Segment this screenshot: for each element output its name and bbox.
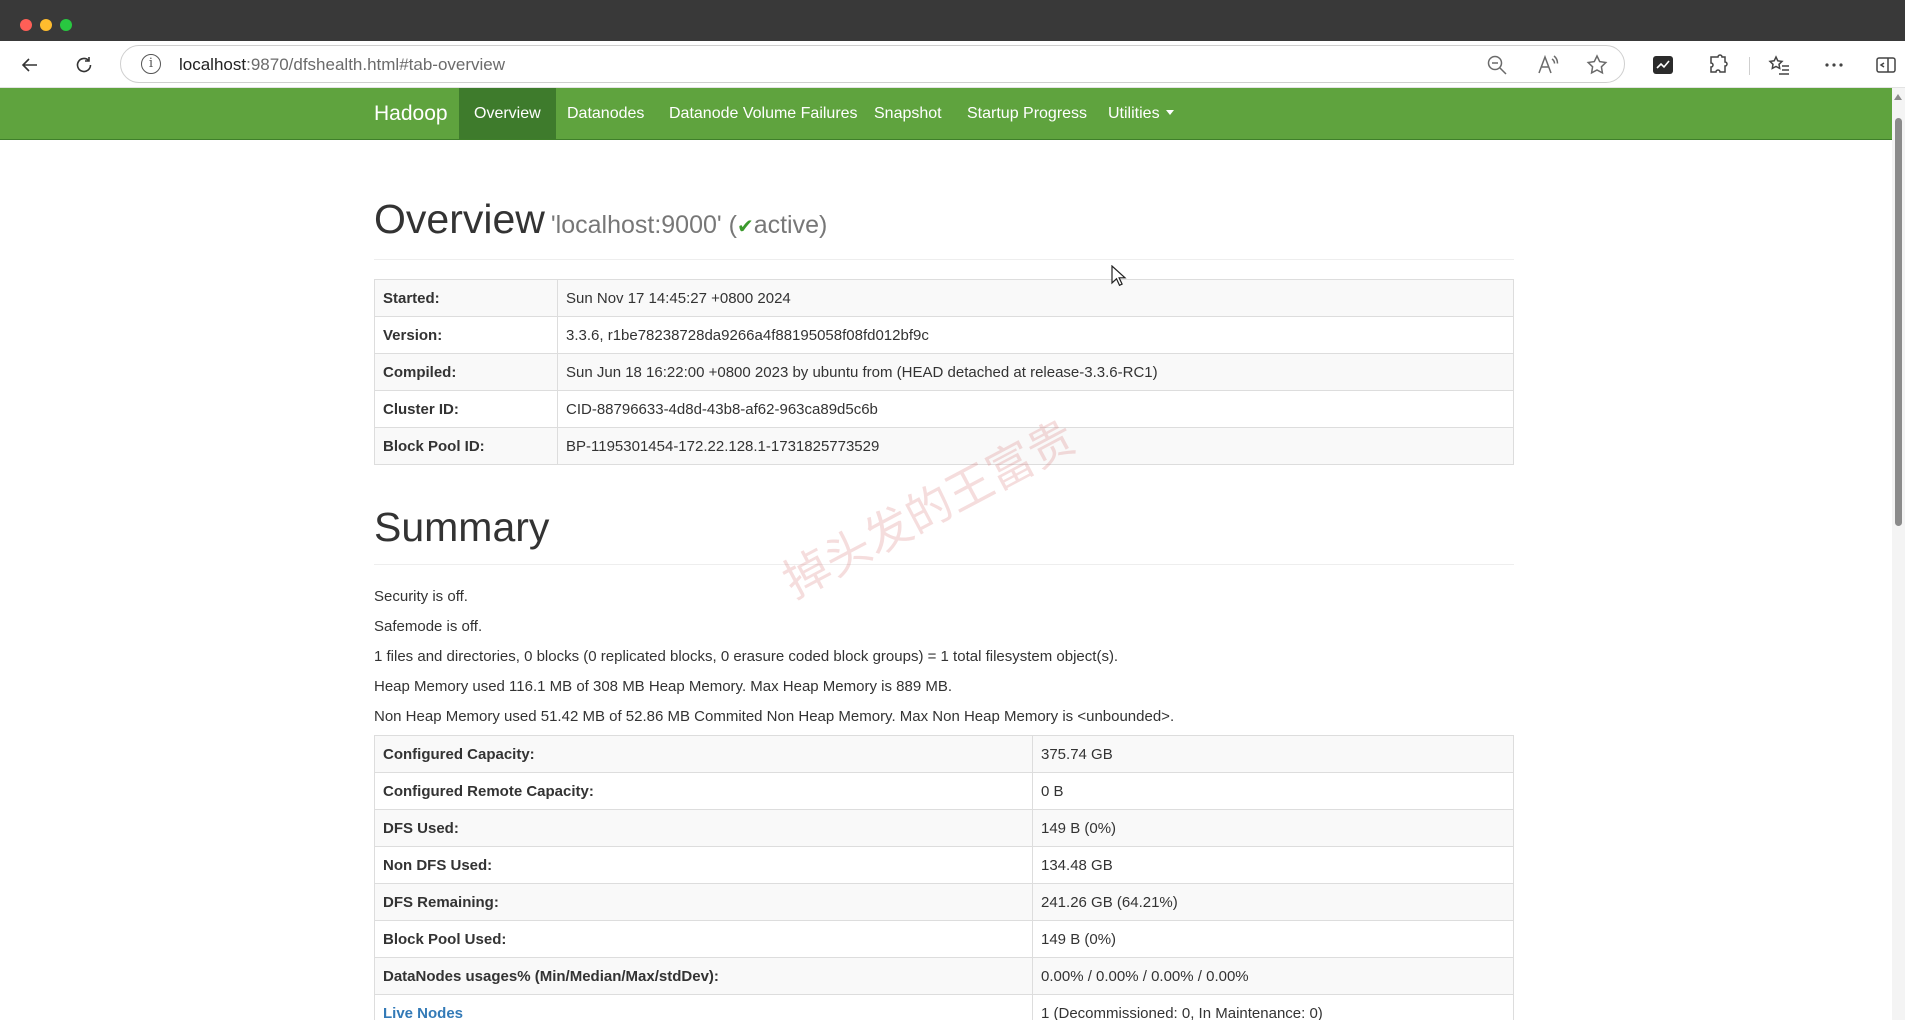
row-key: Version:: [374, 316, 558, 354]
summary-heading: Summary: [374, 504, 550, 550]
table-row: Started: Sun Nov 17 14:45:27 +0800 2024: [374, 279, 1514, 317]
more-options-icon[interactable]: [1820, 51, 1848, 79]
row-key: Block Pool ID:: [374, 427, 558, 465]
url-text[interactable]: localhost:9870/dfshealth.html#tab-overvi…: [179, 55, 505, 75]
row-key: DFS Used:: [374, 809, 1033, 847]
table-row: Live Nodes 1 (Decommissioned: 0, In Maint…: [374, 994, 1514, 1020]
sidebar-toggle-icon[interactable]: [1872, 51, 1900, 79]
extension-app-icon[interactable]: [1649, 51, 1677, 79]
nav-tab-overview[interactable]: Overview: [459, 88, 556, 139]
scrollbar-thumb[interactable]: [1895, 118, 1902, 526]
live-nodes-link[interactable]: Live Nodes: [383, 1005, 463, 1020]
table-row: Cluster ID: CID-88796633-4d8d-43b8-af62-9…: [374, 390, 1514, 428]
nav-tab-snapshot[interactable]: Snapshot: [859, 88, 957, 139]
row-value: 1 (Decommissioned: 0, In Maintenance: 0): [1032, 994, 1514, 1020]
safemode-status: Safemode is off.: [374, 618, 483, 635]
url-path: :9870/dfshealth.html#tab-overview: [246, 55, 506, 74]
table-row: Configured Remote Capacity: 0 B: [374, 772, 1514, 810]
vertical-scrollbar[interactable]: [1892, 88, 1905, 1020]
overview-subtitle: 'localhost:9000' (✔active): [551, 211, 827, 239]
extensions-puzzle-icon[interactable]: [1704, 51, 1732, 79]
refresh-icon: [76, 57, 92, 73]
site-info-icon[interactable]: i: [141, 54, 161, 74]
row-key: Cluster ID:: [374, 390, 558, 428]
row-key: DFS Remaining:: [374, 883, 1033, 921]
url-host: localhost: [179, 55, 247, 74]
row-value: 241.26 GB (64.21%): [1032, 883, 1514, 921]
toolbar-separator: [1749, 57, 1750, 75]
table-row: DFS Used: 149 B (0%): [374, 809, 1514, 847]
close-window-button[interactable]: [20, 19, 32, 31]
window-titlebar: [0, 0, 1905, 41]
table-row: Block Pool ID: BP-1195301454-172.22.128.1…: [374, 427, 1514, 465]
maximize-window-button[interactable]: [60, 19, 72, 31]
namenode-state: active): [753, 211, 828, 239]
address-bar[interactable]: i localhost:9870/dfshealth.html#tab-over…: [120, 45, 1625, 83]
row-key: Configured Remote Capacity:: [374, 772, 1033, 810]
minimize-window-button[interactable]: [40, 19, 52, 31]
divider: [374, 564, 1514, 565]
row-value: 3.3.6, r1be78238728da9266a4f88195058f08f…: [557, 316, 1514, 354]
check-icon: ✔: [736, 216, 754, 238]
zoom-out-icon[interactable]: [1485, 53, 1509, 77]
namenode-address: 'localhost:9000' (: [550, 211, 737, 239]
row-value: 375.74 GB: [1032, 735, 1514, 773]
overview-table: Started: Sun Nov 17 14:45:27 +0800 2024 V…: [374, 279, 1514, 465]
divider: [374, 259, 1514, 260]
table-row: Non DFS Used: 134.48 GB: [374, 846, 1514, 884]
read-aloud-icon[interactable]: [1535, 53, 1559, 77]
row-value: BP-1195301454-172.22.128.1-1731825773529: [557, 427, 1514, 465]
row-key: Started:: [374, 279, 558, 317]
non-heap-memory: Non Heap Memory used 51.42 MB of 52.86 M…: [374, 708, 1175, 725]
browser-toolbar: i localhost:9870/dfshealth.html#tab-over…: [0, 41, 1905, 88]
nav-tab-startup-progress[interactable]: Startup Progress: [952, 88, 1102, 139]
page-viewport: Hadoop Overview Datanodes Datanode Volum…: [0, 88, 1892, 1020]
hadoop-navbar: Hadoop Overview Datanodes Datanode Volum…: [0, 88, 1892, 140]
table-row: DataNodes usages% (Min/Median/Max/stdDev…: [374, 957, 1514, 995]
favorite-star-icon[interactable]: [1585, 53, 1609, 77]
nav-tab-utilities[interactable]: Utilities: [1093, 88, 1189, 139]
row-value: 134.48 GB: [1032, 846, 1514, 884]
overview-heading: Overview'localhost:9000' (✔active): [374, 196, 827, 243]
row-value: 149 B (0%): [1032, 809, 1514, 847]
back-button[interactable]: [14, 49, 46, 81]
row-value: Sun Nov 17 14:45:27 +0800 2024: [557, 279, 1514, 317]
nav-tab-datanodes[interactable]: Datanodes: [552, 88, 659, 139]
table-row: Configured Capacity: 375.74 GB: [374, 735, 1514, 773]
table-row: Compiled: Sun Jun 18 16:22:00 +0800 2023 …: [374, 353, 1514, 391]
heap-memory: Heap Memory used 116.1 MB of 308 MB Heap…: [374, 678, 953, 695]
row-key: Non DFS Used:: [374, 846, 1033, 884]
row-value: 0 B: [1032, 772, 1514, 810]
security-status: Security is off.: [374, 588, 468, 605]
row-key: DataNodes usages% (Min/Median/Max/stdDev…: [374, 957, 1033, 995]
filesystem-objects: 1 files and directories, 0 blocks (0 rep…: [374, 648, 1119, 665]
table-row: Block Pool Used: 149 B (0%): [374, 920, 1514, 958]
row-key: Configured Capacity:: [374, 735, 1033, 773]
scroll-up-arrow-icon[interactable]: [1894, 94, 1902, 100]
overview-title: Overview: [374, 196, 545, 242]
utilities-label: Utilities: [1108, 105, 1160, 122]
mouse-cursor-icon: [1111, 265, 1127, 287]
nav-tab-datanode-volume-failures[interactable]: Datanode Volume Failures: [654, 88, 873, 139]
refresh-button[interactable]: [68, 49, 100, 81]
row-value: 0.00% / 0.00% / 0.00% / 0.00%: [1032, 957, 1514, 995]
row-key: Compiled:: [374, 353, 558, 391]
back-arrow-icon: [21, 58, 37, 72]
row-key: Block Pool Used:: [374, 920, 1033, 958]
navbar-brand[interactable]: Hadoop: [374, 102, 448, 126]
caret-down-icon: [1165, 110, 1174, 116]
summary-table: Configured Capacity: 375.74 GB Configured…: [374, 735, 1514, 1020]
live-nodes-cell: Live Nodes: [374, 994, 1033, 1020]
row-value: 149 B (0%): [1032, 920, 1514, 958]
table-row: Version: 3.3.6, r1be78238728da9266a4f8819…: [374, 316, 1514, 354]
favorites-list-icon[interactable]: [1765, 51, 1793, 79]
row-value: CID-88796633-4d8d-43b8-af62-963ca89d5c6b: [557, 390, 1514, 428]
row-value: Sun Jun 18 16:22:00 +0800 2023 by ubuntu…: [557, 353, 1514, 391]
table-row: DFS Remaining: 241.26 GB (64.21%): [374, 883, 1514, 921]
